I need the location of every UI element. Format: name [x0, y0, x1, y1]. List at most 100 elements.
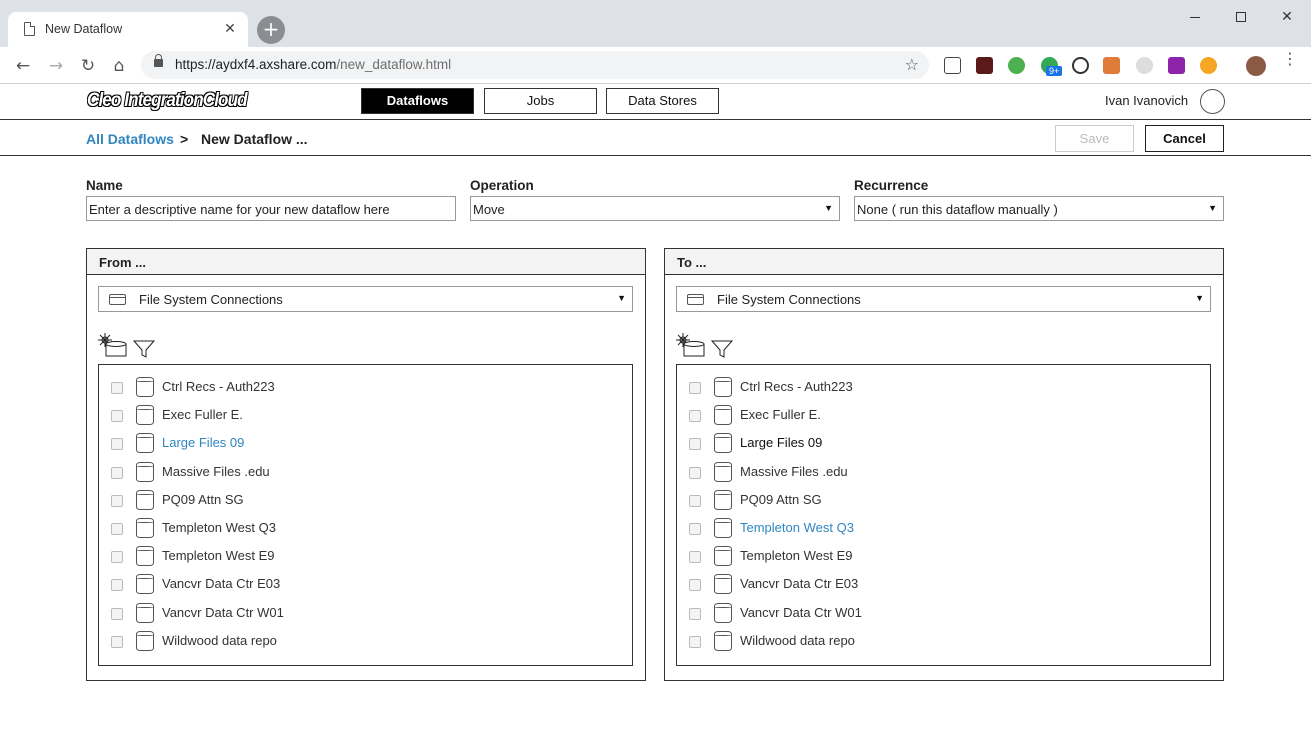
item-checkbox[interactable]	[689, 523, 701, 535]
list-item[interactable]: Wildwood data repo	[677, 627, 1207, 655]
database-icon	[714, 461, 732, 482]
filter-icon[interactable]	[710, 340, 734, 358]
profile-avatar[interactable]	[1246, 56, 1266, 76]
item-checkbox[interactable]	[111, 494, 123, 507]
item-checkbox[interactable]	[689, 579, 701, 592]
operation-select[interactable]: Move ▼	[470, 196, 840, 221]
dropdown-arrow-icon: ▼	[617, 293, 626, 303]
name-field[interactable]: Enter a descriptive name for your new da…	[86, 196, 456, 221]
user-name[interactable]: Ivan Ivanovich	[1105, 93, 1188, 108]
list-item[interactable]: Ctrl Recs - Auth223	[677, 373, 1207, 401]
list-item[interactable]: Ctrl Recs - Auth223	[99, 373, 629, 401]
cancel-button[interactable]: Cancel	[1145, 125, 1224, 152]
list-item-label: Wildwood data repo	[740, 632, 855, 648]
nav-data-stores[interactable]: Data Stores	[606, 88, 719, 114]
recurrence-select[interactable]: None ( run this dataflow manually ) ▼	[854, 196, 1224, 221]
list-item[interactable]: Exec Fuller E.	[99, 401, 629, 429]
nav-jobs[interactable]: Jobs	[484, 88, 597, 114]
browser-toolbar: ← → ↻ ⌂ https://aydxf4.axshare.com/new_d…	[0, 47, 1311, 84]
list-item[interactable]: Massive Files .edu	[677, 458, 1207, 486]
filter-icon[interactable]	[132, 340, 156, 358]
item-checkbox[interactable]	[689, 551, 701, 564]
logo: Cleo IntegrationCloud	[87, 90, 248, 111]
menu-icon[interactable]: ⋮	[1282, 51, 1298, 67]
list-item[interactable]: Vancvr Data Ctr E03	[677, 570, 1207, 598]
database-icon	[714, 630, 732, 651]
from-list: Ctrl Recs - Auth223 Exec Fuller E. Large F…	[98, 364, 633, 666]
list-item[interactable]: Exec Fuller E.	[677, 401, 1207, 429]
breadcrumb-all-dataflows[interactable]: All Dataflows	[86, 131, 174, 147]
gear-ext-icon[interactable]	[1200, 57, 1217, 74]
list-item[interactable]: PQ09 Attn SG	[677, 486, 1207, 514]
item-checkbox[interactable]	[111, 410, 123, 423]
pdf-ext-icon[interactable]	[976, 57, 993, 74]
user-avatar[interactable]	[1200, 89, 1225, 114]
bookmark-star-icon[interactable]: ☆	[905, 55, 919, 74]
database-icon	[136, 602, 154, 623]
item-checkbox[interactable]	[111, 551, 123, 564]
item-checkbox[interactable]	[689, 438, 701, 451]
database-icon	[714, 433, 732, 454]
list-item[interactable]: PQ09 Attn SG	[99, 486, 629, 514]
item-checkbox[interactable]	[689, 607, 701, 620]
save-button[interactable]: Save	[1055, 125, 1134, 152]
database-icon	[109, 294, 126, 305]
list-item[interactable]: Templeton West E9	[99, 542, 629, 570]
list-item[interactable]: Templeton West Q3	[677, 514, 1207, 542]
minimize-button[interactable]	[1172, 4, 1218, 28]
home-icon[interactable]: ⌂	[108, 55, 130, 77]
browser-tabstrip: New Dataflow ✕ + ✕	[0, 0, 1311, 47]
forward-icon[interactable]: →	[45, 55, 67, 77]
circle-ext-icon[interactable]	[1136, 57, 1153, 74]
close-tab-icon[interactable]: ✕	[222, 20, 238, 37]
list-item[interactable]: Vancvr Data Ctr W01	[99, 599, 629, 627]
nav-dataflows[interactable]: Dataflows	[361, 88, 474, 114]
screenshot-ext-icon[interactable]	[944, 57, 961, 74]
list-item[interactable]: Large Files 09	[677, 429, 1207, 457]
list-item[interactable]: Templeton West Q3	[99, 514, 629, 542]
chat-ext-icon[interactable]	[1008, 57, 1025, 74]
item-checkbox[interactable]	[111, 607, 123, 620]
from-connection-select[interactable]: File System Connections ▼	[98, 286, 633, 312]
item-checkbox[interactable]	[689, 410, 701, 423]
list-item[interactable]: Large Files 09	[99, 429, 629, 457]
to-connection-select[interactable]: File System Connections ▼	[676, 286, 1211, 312]
database-icon	[687, 294, 704, 305]
list-item-label: Exec Fuller E.	[162, 407, 243, 423]
new-datastore-icon[interactable]	[676, 333, 705, 357]
item-checkbox[interactable]	[111, 382, 123, 394]
browser-tab[interactable]: New Dataflow ✕	[8, 12, 248, 47]
database-icon	[714, 518, 732, 538]
list-item[interactable]: Templeton West E9	[677, 542, 1207, 570]
office-ext-icon[interactable]	[1103, 57, 1120, 74]
breadcrumb: All Dataflows > New Dataflow ... Save Ca…	[0, 121, 1311, 156]
item-checkbox[interactable]	[111, 635, 123, 648]
address-bar[interactable]: https://aydxf4.axshare.com/new_dataflow.…	[141, 51, 929, 79]
list-item-label: Templeton West Q3	[740, 520, 854, 535]
item-checkbox[interactable]	[689, 466, 701, 479]
item-checkbox[interactable]	[111, 523, 123, 535]
list-item[interactable]: Wildwood data repo	[99, 627, 629, 655]
reload-icon[interactable]: ↻	[77, 55, 99, 77]
from-panel: From ... File System Connections ▼ Ctrl …	[86, 248, 646, 681]
list-item[interactable]: Massive Files .edu	[99, 458, 629, 486]
item-checkbox[interactable]	[689, 494, 701, 507]
list-item[interactable]: Vancvr Data Ctr W01	[677, 599, 1207, 627]
list-item[interactable]: Vancvr Data Ctr E03	[99, 570, 629, 598]
item-checkbox[interactable]	[111, 438, 123, 451]
database-icon	[136, 518, 154, 538]
item-checkbox[interactable]	[689, 382, 701, 394]
list-item-label: Massive Files .edu	[162, 463, 270, 479]
list-item-label: Templeton West E9	[162, 548, 275, 564]
new-datastore-icon[interactable]	[98, 333, 127, 357]
item-checkbox[interactable]	[111, 466, 123, 479]
record-ext-icon[interactable]	[1072, 57, 1089, 74]
new-tab-button[interactable]: +	[257, 16, 285, 44]
item-checkbox[interactable]	[111, 579, 123, 592]
window-close-button[interactable]: ✕	[1264, 4, 1310, 28]
name-label: Name	[86, 178, 123, 193]
back-icon[interactable]: ←	[12, 55, 34, 77]
maximize-button[interactable]	[1218, 4, 1264, 28]
rp-ext-icon[interactable]	[1168, 57, 1185, 74]
item-checkbox[interactable]	[689, 635, 701, 648]
